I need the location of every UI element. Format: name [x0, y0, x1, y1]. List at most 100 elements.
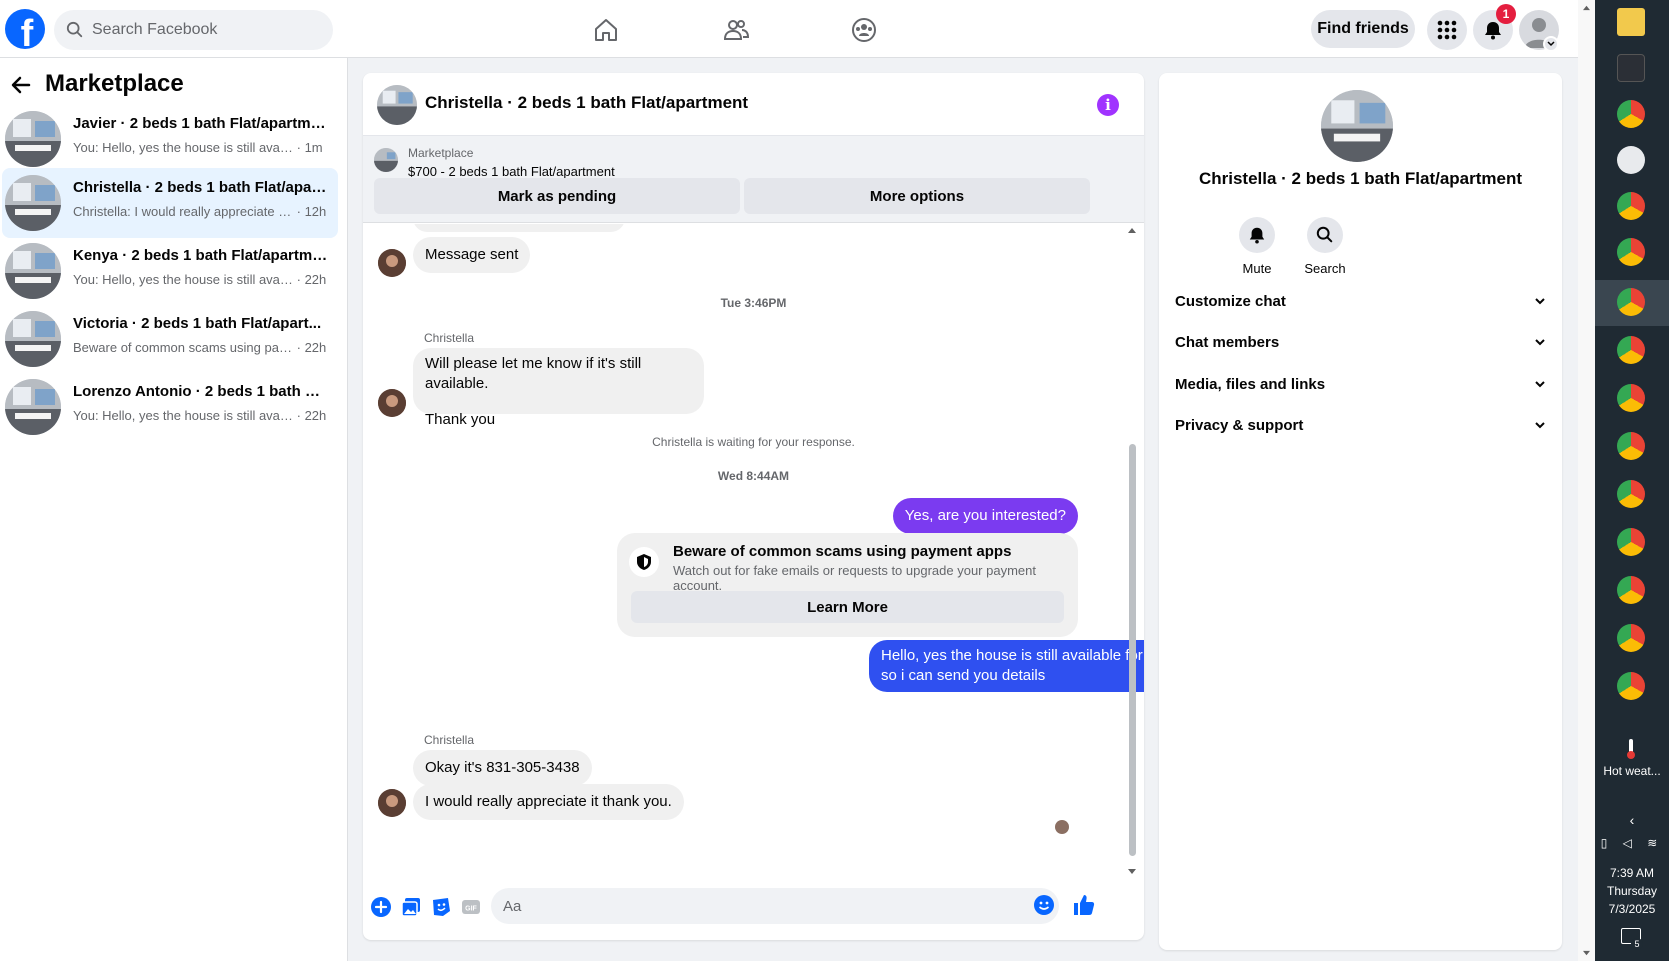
marketplace-sidebar: Marketplace Javier · 2 beds 1 bath Flat/…: [0, 58, 348, 961]
avatar: [378, 389, 406, 417]
waiting-notice: Christella is waiting for your response.: [652, 435, 855, 449]
emoji-icon[interactable]: [1033, 894, 1055, 916]
photo-icon[interactable]: [400, 896, 422, 918]
tray-icons[interactable]: ▯ ◁ ≋: [1595, 836, 1669, 850]
chevron-down-icon[interactable]: [1543, 36, 1559, 52]
chat-title[interactable]: Christella · 2 beds 1 bath Flat/apartmen…: [425, 93, 748, 113]
chrome-icon[interactable]: [1617, 432, 1645, 460]
app-icon[interactable]: [1617, 54, 1645, 82]
conversation-item[interactable]: Kenya · 2 beds 1 bath Flat/apartme... Yo…: [2, 236, 338, 306]
page-scrollbar[interactable]: [1578, 0, 1595, 961]
notification-badge: 1: [1496, 4, 1516, 24]
weather-text[interactable]: Hot weat...: [1595, 764, 1669, 778]
media-files-links-section[interactable]: Media, files and links: [1175, 364, 1546, 404]
chrome-icon[interactable]: [1617, 238, 1645, 266]
conversation-item[interactable]: Javier · 2 beds 1 bath Flat/apartment Yo…: [2, 104, 338, 174]
chrome-icon[interactable]: [1617, 480, 1645, 508]
timestamp: Wed 8:44AM: [717, 469, 790, 483]
info-icon[interactable]: i: [1097, 94, 1119, 116]
find-friends-button[interactable]: Find friends: [1311, 10, 1415, 48]
chevron-down-icon: [1535, 381, 1545, 388]
scroll-up-icon[interactable]: [1582, 4, 1591, 11]
listing-thumbnail: [5, 111, 61, 167]
gif-icon[interactable]: GIF: [460, 896, 482, 918]
scroll-up-icon[interactable]: [1127, 226, 1137, 234]
read-receipt-avatar: [1055, 820, 1069, 834]
clock-time[interactable]: 7:39 AM: [1595, 866, 1669, 880]
chrome-icon[interactable]: [1617, 100, 1645, 128]
listing-thumbnail: [5, 175, 61, 231]
avatar: [378, 249, 406, 277]
chrome-icon[interactable]: [1617, 576, 1645, 604]
chrome-icon[interactable]: [1617, 672, 1645, 700]
search-input[interactable]: Search Facebook: [54, 10, 333, 50]
listing-thumbnail[interactable]: [377, 85, 417, 125]
chevron-left-icon[interactable]: ‹: [1595, 812, 1669, 828]
chrome-icon[interactable]: [1617, 192, 1645, 220]
back-arrow-icon[interactable]: [10, 74, 32, 96]
scroll-thumb[interactable]: [1129, 444, 1136, 856]
mark-pending-button[interactable]: Mark as pending: [374, 178, 740, 214]
listing-thumbnail: [5, 243, 61, 299]
message-bubble: Message sent: [413, 237, 531, 273]
more-options-button[interactable]: More options: [744, 178, 1090, 214]
friends-icon[interactable]: [720, 14, 752, 46]
avatar: [378, 789, 406, 817]
grid-menu-icon: [1437, 20, 1457, 40]
message-bubble: Will please let me know if it's still av…: [413, 348, 704, 428]
warning-title: Beware of common scams using payment app…: [673, 543, 1012, 560]
groups-icon[interactable]: [848, 14, 880, 46]
chat-panel: Christella · 2 beds 1 bath Flat/apartmen…: [363, 73, 1144, 940]
taskbar: Hot weat... ‹ ▯ ◁ ≋ 7:39 AM Thursday 7/3…: [1595, 0, 1669, 961]
privacy-support-section[interactable]: Privacy & support: [1175, 405, 1546, 445]
chat-header: Christella · 2 beds 1 bath Flat/apartmen…: [363, 73, 1144, 136]
message-bubble: Okay it's 831-305-3438: [413, 750, 592, 786]
plus-circle-icon[interactable]: [370, 896, 392, 918]
customize-chat-section[interactable]: Customize chat: [1175, 281, 1546, 321]
conversation-item[interactable]: Victoria · 2 beds 1 bath Flat/apart... B…: [2, 304, 338, 374]
learn-more-button[interactable]: Learn More: [631, 591, 1064, 623]
listing-price[interactable]: $700 - 2 beds 1 bath Flat/apartment: [408, 164, 615, 179]
message-list[interactable]: Message sent Tue 3:46PM Christella Will …: [363, 224, 1144, 878]
bell-icon: [1485, 22, 1501, 40]
shield-icon: [629, 547, 659, 577]
message-bubble-out: Hello, yes the house is still available …: [869, 640, 1144, 692]
sticker-icon[interactable]: [430, 896, 452, 918]
listing-thumbnail: [1321, 90, 1393, 162]
chrome-icon[interactable]: [1617, 384, 1645, 412]
top-bar: f Search Facebook Find friends 1: [0, 0, 1578, 58]
facebook-logo[interactable]: f: [5, 9, 45, 49]
bell-icon: [1249, 227, 1265, 244]
chrome-icon[interactable]: [1617, 624, 1645, 652]
listing-thumbnail: [5, 379, 61, 435]
clock-day: Thursday: [1606, 884, 1658, 898]
chrome-icon[interactable]: [1617, 336, 1645, 364]
chat-scrollbar[interactable]: [1125, 224, 1139, 878]
conversation-item[interactable]: Lorenzo Antonio · 2 beds 1 bath Fl... Yo…: [2, 372, 338, 442]
chat-members-section[interactable]: Chat members: [1175, 322, 1546, 362]
search-placeholder: Search Facebook: [92, 21, 218, 38]
message-bubble-partial: [413, 224, 625, 232]
chrome-icon[interactable]: [1617, 288, 1645, 316]
chrome-icon[interactable]: [1617, 528, 1645, 556]
message-bubble-out: Yes, are you interested?: [892, 498, 1078, 534]
chat-info-panel: Christella · 2 beds 1 bath Flat/apartmen…: [1159, 73, 1562, 950]
action-center-count: 5: [1631, 938, 1643, 950]
app-icon[interactable]: [1617, 146, 1645, 174]
chevron-down-icon: [1535, 422, 1545, 429]
home-icon[interactable]: [590, 14, 622, 46]
mute-button[interactable]: Mute: [1227, 217, 1287, 276]
search-conversation-button[interactable]: Search: [1295, 217, 1355, 276]
file-explorer-icon[interactable]: [1617, 8, 1645, 36]
message-bubble: I would really appreciate it thank you.: [413, 784, 684, 820]
conversation-item-active[interactable]: Christella · 2 beds 1 bath Flat/apar... …: [2, 168, 338, 238]
marketplace-label: Marketplace: [408, 146, 474, 160]
scroll-down-icon[interactable]: [1127, 868, 1137, 876]
search-icon: [1316, 226, 1333, 243]
message-input[interactable]: Aa: [491, 888, 1059, 924]
thermometer-icon: [1627, 739, 1635, 759]
scroll-down-icon[interactable]: [1582, 950, 1591, 957]
thumbs-up-icon[interactable]: [1071, 892, 1097, 918]
message-composer: GIF Aa: [363, 878, 1144, 940]
menu-button[interactable]: [1427, 10, 1467, 50]
